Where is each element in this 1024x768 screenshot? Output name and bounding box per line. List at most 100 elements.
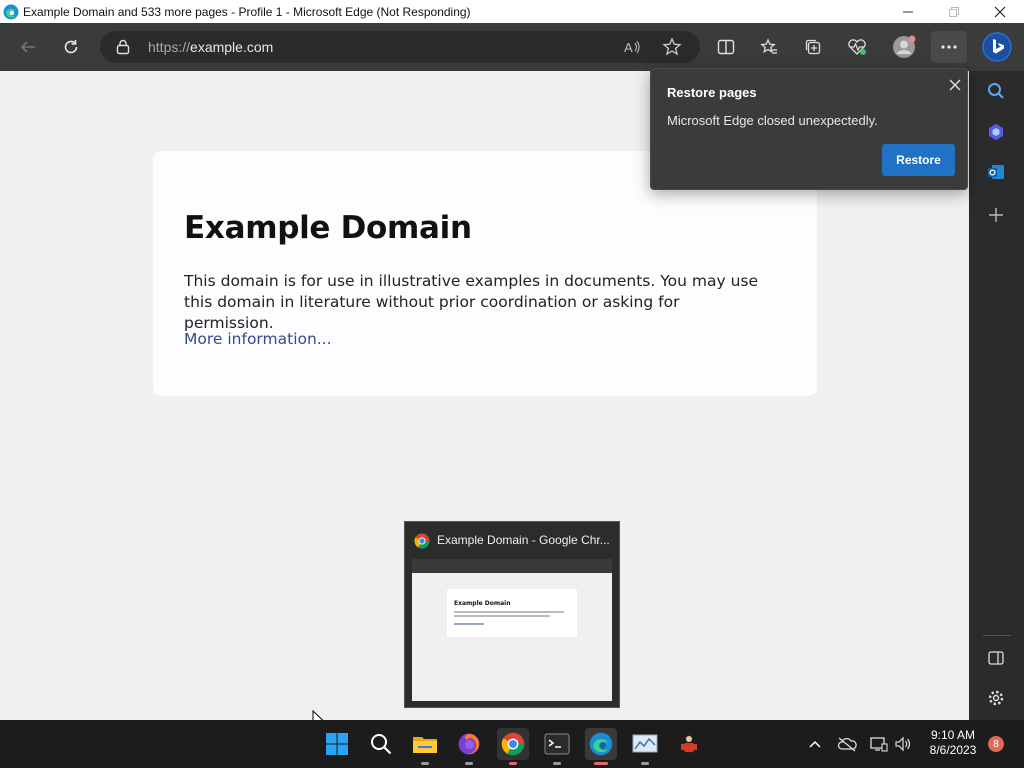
- taskbar-chrome[interactable]: [497, 728, 529, 765]
- onedrive-status[interactable]: [832, 728, 862, 760]
- taskbar-resource-monitor[interactable]: [629, 728, 661, 765]
- svg-text:A: A: [624, 40, 633, 55]
- collections-button[interactable]: [797, 31, 829, 63]
- favorites-button[interactable]: [753, 31, 785, 63]
- copilot-icon: [989, 124, 1003, 140]
- customize-sidebar-button[interactable]: [983, 685, 1009, 711]
- bing-copilot-button[interactable]: [980, 30, 1014, 64]
- restore-window-icon: [949, 6, 959, 17]
- hide-sidebar-button[interactable]: [983, 645, 1009, 671]
- close-icon: [949, 79, 961, 91]
- maximize-button[interactable]: [931, 0, 977, 23]
- outlook-icon: [988, 165, 1004, 179]
- speaker-icon: [895, 736, 911, 752]
- dialog-message: Microsoft Edge closed unexpectedly.: [667, 113, 878, 128]
- notification-badge[interactable]: 8: [988, 736, 1004, 752]
- restore-button[interactable]: Restore: [882, 144, 955, 176]
- favorite-star-icon[interactable]: [662, 37, 682, 57]
- bing-icon: [982, 32, 1012, 62]
- avatar-icon: [893, 35, 916, 58]
- search-icon: [988, 83, 1004, 99]
- settings-more-button[interactable]: [931, 31, 967, 63]
- taskbar-firefox[interactable]: [453, 728, 485, 765]
- clock[interactable]: 9:10 AM 8/6/2023: [920, 728, 986, 758]
- browser-essentials-button[interactable]: [841, 31, 873, 63]
- taskbar-search-button[interactable]: [365, 728, 397, 760]
- windows-logo-icon: [326, 733, 348, 755]
- search-icon: [371, 734, 392, 755]
- page-heading: Example Domain: [184, 210, 472, 246]
- running-indicator: [553, 762, 561, 765]
- running-indicator: [465, 762, 473, 765]
- start-button[interactable]: [321, 728, 353, 760]
- firefox-icon: [458, 733, 480, 755]
- clock-time: 9:10 AM: [930, 728, 976, 742]
- sidebar-add-button[interactable]: [983, 202, 1009, 228]
- plus-icon: [989, 208, 1003, 222]
- taskbar: 9:10 AM 8/6/2023 8: [0, 720, 1024, 768]
- read-aloud-icon[interactable]: A: [622, 37, 642, 57]
- volume-status[interactable]: [888, 728, 918, 760]
- close-button[interactable]: [977, 0, 1023, 23]
- thumbnail-link-line: [454, 623, 484, 625]
- address-bar[interactable]: https://example.com A: [100, 31, 700, 63]
- edge-logo-icon: [3, 4, 19, 19]
- page-body-text: This domain is for use in illustrative e…: [184, 272, 759, 332]
- terminal-icon: [544, 733, 570, 755]
- minimize-icon: [903, 11, 913, 12]
- dialog-title: Restore pages: [667, 85, 757, 100]
- thumbnail-heading: Example Domain: [454, 600, 511, 607]
- profile-button[interactable]: [888, 31, 920, 63]
- refresh-icon: [64, 40, 78, 54]
- figure-app-icon: [681, 733, 697, 755]
- url-text: https://example.com: [148, 39, 274, 55]
- thumbnail-browser-chrome: [412, 559, 612, 573]
- monitor-chart-icon: [632, 734, 658, 753]
- dialog-close-button[interactable]: [945, 75, 965, 95]
- collections-icon: [805, 39, 821, 55]
- heart-pulse-icon: [848, 39, 866, 55]
- taskbar-terminal[interactable]: [541, 728, 573, 765]
- more-information-link[interactable]: More information...: [184, 330, 332, 348]
- thumbnail-page-preview: Example Domain: [412, 559, 612, 701]
- thumbnail-text-line: [454, 611, 564, 613]
- chrome-icon: [501, 732, 525, 756]
- sidebar-copilot-button[interactable]: [983, 119, 1009, 145]
- title-bar: Example Domain and 533 more pages - Prof…: [0, 0, 1024, 23]
- taskbar-file-explorer[interactable]: [409, 728, 441, 765]
- folder-icon: [413, 737, 437, 753]
- back-button[interactable]: [12, 31, 44, 63]
- taskbar-thumbnail-preview[interactable]: Example Domain - Google Chr... Example D…: [404, 521, 620, 708]
- refresh-button[interactable]: [55, 31, 87, 63]
- show-hidden-icons-button[interactable]: [800, 728, 830, 760]
- thumbnail-text-line: [454, 615, 550, 617]
- chrome-icon: [414, 533, 430, 549]
- active-indicator: [594, 762, 608, 765]
- gear-icon: [988, 690, 1004, 706]
- network-icon: [870, 737, 888, 752]
- favorites-icon: [760, 38, 777, 54]
- sidebar-search-button[interactable]: [983, 78, 1009, 104]
- running-indicator: [421, 762, 429, 765]
- taskbar-app-doll[interactable]: [673, 728, 705, 760]
- lock-icon: [116, 39, 130, 55]
- taskbar-edge[interactable]: [585, 728, 617, 765]
- minimize-button[interactable]: [885, 0, 931, 23]
- back-arrow-icon: [20, 41, 35, 53]
- sidebar-divider: [983, 635, 1011, 636]
- split-screen-icon: [717, 39, 735, 55]
- browser-toolbar: https://example.com A: [0, 23, 1024, 71]
- thumbnail-card: Example Domain: [447, 589, 577, 637]
- restore-pages-dialog: Restore pages Microsoft Edge closed unex…: [650, 68, 968, 190]
- split-screen-button[interactable]: [710, 31, 742, 63]
- sidebar-panel-icon: [988, 651, 1004, 665]
- thumbnail-title: Example Domain - Google Chr...: [437, 533, 610, 547]
- clock-date: 8/6/2023: [929, 743, 977, 757]
- close-icon: [994, 6, 1006, 17]
- running-indicator: [509, 762, 517, 765]
- more-dots-icon: [941, 45, 957, 49]
- edge-icon: [589, 732, 613, 756]
- edge-sidebar: [969, 71, 1024, 720]
- sidebar-outlook-button[interactable]: [983, 159, 1009, 185]
- cloud-offline-icon: [837, 737, 857, 752]
